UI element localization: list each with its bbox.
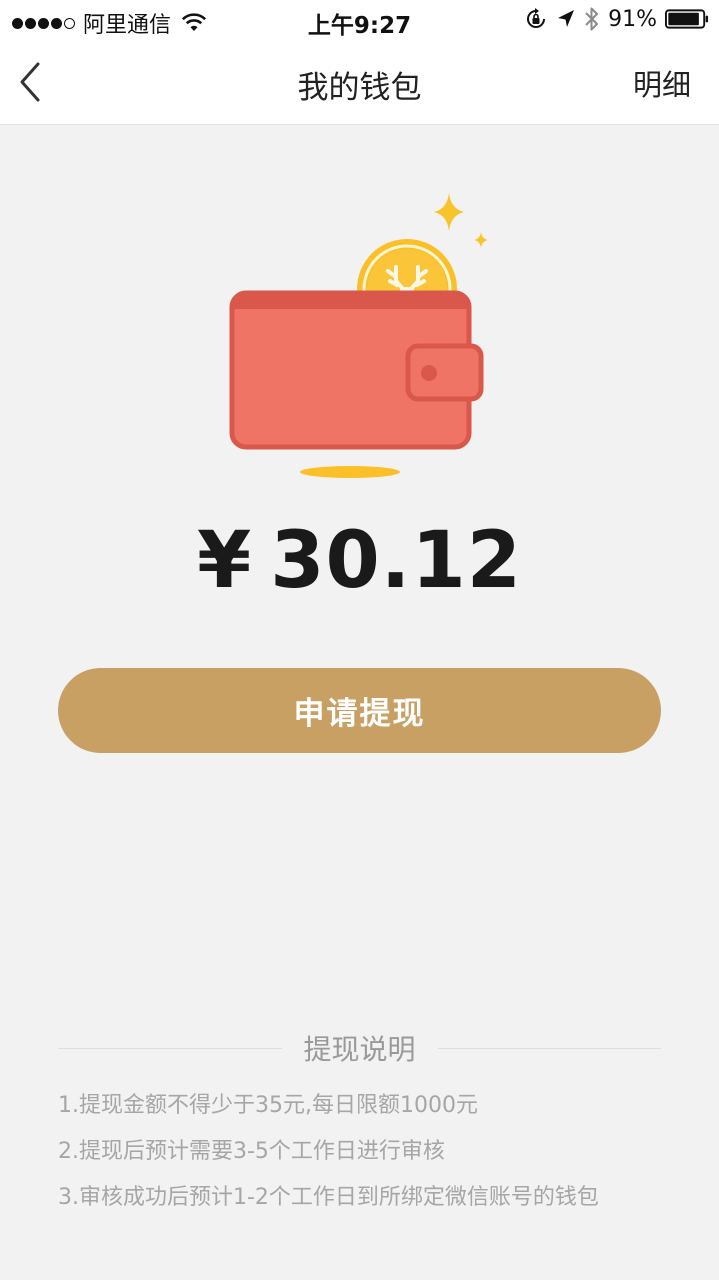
- sparkle-icon: [434, 193, 464, 231]
- battery-icon: [665, 9, 709, 29]
- list-item: 1.提现金额不得少于35元,每日限额1000元: [58, 1093, 478, 1118]
- bluetooth-icon: [585, 7, 599, 31]
- currency-symbol: ¥: [196, 516, 253, 606]
- wallet-icon: [229, 290, 484, 450]
- sparkle-icon: [474, 232, 488, 248]
- wallet-illustration: [229, 193, 488, 478]
- wallet-shadow: [300, 466, 400, 478]
- page-title: 我的钱包: [297, 70, 422, 106]
- rotation-lock-icon: [527, 8, 546, 28]
- back-button[interactable]: [14, 58, 54, 106]
- divider: [437, 1047, 662, 1049]
- status-bar: 阿里通信 上午9:27 91%: [0, 0, 719, 40]
- battery-percentage: 91%: [608, 6, 657, 32]
- instructions-header: 提现说明: [58, 1028, 662, 1068]
- detail-link[interactable]: 明细: [633, 62, 691, 104]
- divider: [58, 1047, 282, 1049]
- balance-value: 30.12: [270, 516, 522, 606]
- location-arrow-icon: [558, 10, 575, 27]
- navigation-bar: 我的钱包 明细: [0, 40, 719, 125]
- list-item: 2.提现后预计需要3-5个工作日进行审核: [58, 1139, 445, 1164]
- instructions-list: 1.提现金额不得少于35元,每日限额1000元 2.提现后预计需要3-5个工作日…: [58, 1090, 698, 1228]
- instructions-title: 提现说明: [303, 1033, 416, 1066]
- chevron-left-icon: [20, 62, 40, 102]
- balance-amount: ¥30.12: [0, 516, 719, 606]
- status-right: 91%: [524, 6, 709, 32]
- list-item: 3.审核成功后预计1-2个工作日到所绑定微信账号的钱包: [58, 1185, 599, 1210]
- withdraw-button[interactable]: 申请提现: [58, 668, 661, 753]
